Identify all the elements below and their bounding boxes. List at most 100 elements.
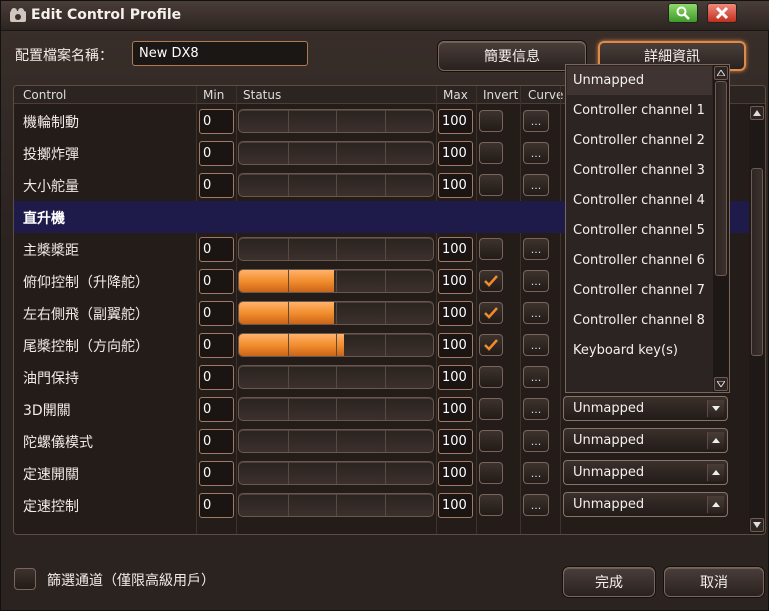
scroll-up-arrow[interactable] (750, 106, 764, 120)
filter-channels-checkbox[interactable] (14, 568, 36, 590)
dropdown-option[interactable]: Controller channel 7 (567, 276, 712, 305)
chevron-up-icon (707, 496, 724, 513)
invert-checkbox[interactable] (479, 174, 503, 196)
max-input[interactable]: 100 (438, 237, 473, 262)
min-input[interactable]: 0 (199, 429, 234, 454)
invert-checkbox[interactable] (479, 238, 503, 260)
min-input[interactable]: 0 (199, 333, 234, 358)
min-input[interactable]: 0 (199, 269, 234, 294)
table-scrollbar[interactable] (749, 104, 765, 534)
status-bar-tick (336, 174, 337, 196)
curve-button[interactable]: ... (523, 494, 549, 516)
mapping-select[interactable]: Unmapped (563, 396, 728, 421)
max-input[interactable]: 100 (438, 461, 473, 486)
dropdown-option[interactable]: Controller channel 1 (567, 96, 712, 125)
search-button[interactable] (668, 3, 698, 23)
dropdown-option[interactable]: Controller channel 2 (567, 126, 712, 155)
status-bar-tick (287, 398, 289, 420)
max-input[interactable]: 100 (438, 269, 473, 294)
invert-checkbox[interactable] (479, 494, 503, 516)
max-input[interactable]: 100 (438, 173, 473, 198)
dropdown-option[interactable]: Controller channel 8 (567, 306, 712, 335)
camera-icon (10, 8, 26, 22)
max-input[interactable]: 100 (438, 141, 473, 166)
max-input[interactable]: 100 (438, 301, 473, 326)
max-input[interactable]: 100 (438, 397, 473, 422)
chevron-up-icon (707, 464, 724, 481)
curve-button[interactable]: ... (523, 398, 549, 420)
invert-checkbox[interactable] (479, 462, 503, 484)
curve-button[interactable]: ... (523, 270, 549, 292)
dropdown-option[interactable]: Controller channel 6 (567, 246, 712, 275)
curve-button[interactable]: ... (523, 238, 549, 260)
dropdown-option[interactable]: Unmapped (567, 66, 712, 95)
mapping-select[interactable]: Unmapped (563, 492, 728, 517)
min-input[interactable]: 0 (199, 237, 234, 262)
mapping-select[interactable]: Unmapped (563, 428, 728, 453)
curve-button[interactable]: ... (523, 366, 549, 388)
dropdown-scroll-down[interactable] (714, 377, 728, 391)
curve-button[interactable]: ... (523, 110, 549, 132)
curve-button[interactable]: ... (523, 334, 549, 356)
curve-button[interactable]: ... (523, 430, 549, 452)
max-input[interactable]: 100 (438, 333, 473, 358)
summary-button[interactable]: 簡要信息 (438, 41, 586, 71)
max-input[interactable]: 100 (438, 493, 473, 518)
min-input[interactable]: 0 (199, 301, 234, 326)
invert-checkbox[interactable] (479, 334, 503, 356)
cancel-button[interactable]: 取消 (664, 567, 764, 597)
status-bar-tick (384, 334, 386, 356)
invert-checkbox[interactable] (479, 430, 503, 452)
dropdown-option[interactable]: Controller channel 4 (567, 186, 712, 215)
dropdown-option[interactable]: Controller channel 3 (567, 156, 712, 185)
status-bar (238, 237, 434, 261)
min-input[interactable]: 0 (199, 173, 234, 198)
max-input[interactable]: 100 (438, 365, 473, 390)
checkmark-icon (484, 339, 498, 351)
dropdown-option[interactable]: Keyboard key(s) (567, 336, 712, 365)
invert-checkbox[interactable] (479, 398, 503, 420)
dropdown-scroll-up[interactable] (714, 66, 728, 80)
max-input[interactable]: 100 (438, 429, 473, 454)
min-input[interactable]: 0 (199, 493, 234, 518)
max-input[interactable]: 100 (438, 109, 473, 134)
mapping-select[interactable]: Unmapped (563, 460, 728, 485)
done-button[interactable]: 完成 (563, 567, 655, 597)
status-bar (238, 109, 434, 133)
curve-button[interactable]: ... (523, 142, 549, 164)
status-bar-tick (336, 430, 337, 452)
curve-button[interactable]: ... (523, 462, 549, 484)
dropdown-option[interactable]: Controller channel 5 (567, 216, 712, 245)
min-input[interactable]: 0 (199, 141, 234, 166)
min-input[interactable]: 0 (199, 461, 234, 486)
min-input[interactable]: 0 (199, 365, 234, 390)
min-input[interactable]: 0 (199, 109, 234, 134)
invert-checkbox[interactable] (479, 302, 503, 324)
invert-checkbox[interactable] (479, 142, 503, 164)
mapping-dropdown-list[interactable]: Unmapped Controller channel 1 Controller c… (565, 64, 730, 393)
row-name: 3D開關 (23, 403, 71, 419)
status-bar-tick (336, 142, 337, 164)
title-bar: Edit Control Profile (1, 1, 769, 31)
table-scroll-thumb[interactable] (751, 168, 763, 356)
status-bar-tick (384, 430, 386, 452)
scroll-down-arrow[interactable] (750, 518, 764, 532)
min-input[interactable]: 0 (199, 397, 234, 422)
curve-button[interactable]: ... (523, 174, 549, 196)
status-bar-tick (336, 462, 337, 484)
close-button[interactable] (707, 3, 737, 23)
invert-checkbox[interactable] (479, 270, 503, 292)
profile-name-input[interactable]: New DX8 (132, 41, 308, 66)
invert-checkbox[interactable] (479, 366, 503, 388)
status-bar-tick (336, 110, 337, 132)
chevron-up-icon (707, 432, 724, 449)
dropdown-scroll-thumb[interactable] (715, 81, 727, 276)
triangle-down-icon (717, 381, 725, 387)
invert-checkbox[interactable] (479, 110, 503, 132)
dropdown-scrollbar[interactable] (713, 65, 729, 392)
curve-button[interactable]: ... (523, 302, 549, 324)
row-name: 定速控制 (23, 499, 79, 515)
status-bar-tick (384, 398, 386, 420)
status-bar-tick (287, 302, 289, 324)
status-bar (238, 365, 434, 389)
